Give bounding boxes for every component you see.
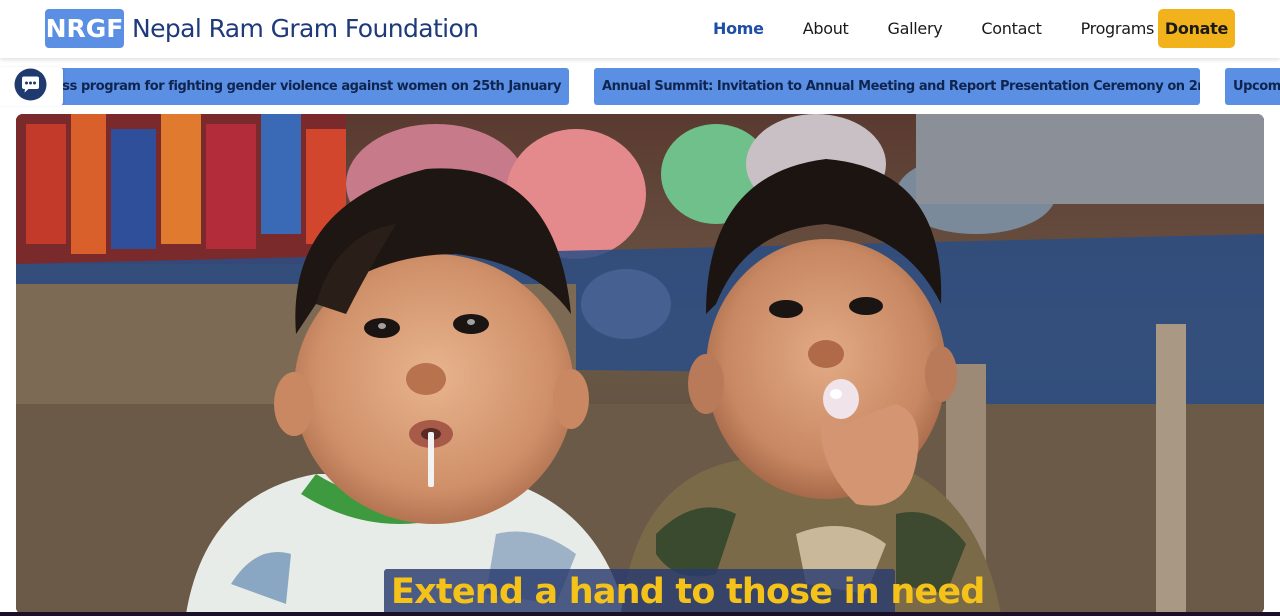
ticker-item[interactable]: t: Awareness program for fighting gender… (20, 68, 569, 105)
ticker-item[interactable]: Upcomi (1225, 68, 1280, 105)
news-ticker: t: Awareness program for fighting gender… (0, 67, 1280, 106)
logo-badge[interactable]: NRGF (45, 9, 124, 48)
logo[interactable]: NRGF Nepal Ram Gram Foundation (45, 9, 479, 48)
main-nav: Home About Gallery Contact Programs (695, 9, 1154, 48)
nav-item-programs[interactable]: Programs (1081, 19, 1155, 38)
nav-item-contact[interactable]: Contact (981, 19, 1041, 38)
page-divider (0, 612, 1280, 616)
two-children-photo (16, 114, 1264, 614)
hero-headline: Extend a hand to those in need (391, 572, 985, 612)
ticker-item[interactable]: Annual Summit: Invitation to Annual Meet… (594, 68, 1200, 105)
nav-item-about[interactable]: About (803, 19, 849, 38)
site-name[interactable]: Nepal Ram Gram Foundation (132, 14, 479, 43)
chat-widget[interactable] (0, 67, 63, 106)
nav-item-home[interactable]: Home (713, 19, 764, 38)
site-header: NRGF Nepal Ram Gram Foundation Home Abou… (0, 0, 1280, 58)
hero-banner: Extend a hand to those in need (16, 114, 1264, 614)
nav-item-gallery[interactable]: Gallery (888, 19, 943, 38)
donate-button[interactable]: Donate (1158, 9, 1235, 48)
chat-bubble-icon[interactable] (14, 68, 47, 105)
